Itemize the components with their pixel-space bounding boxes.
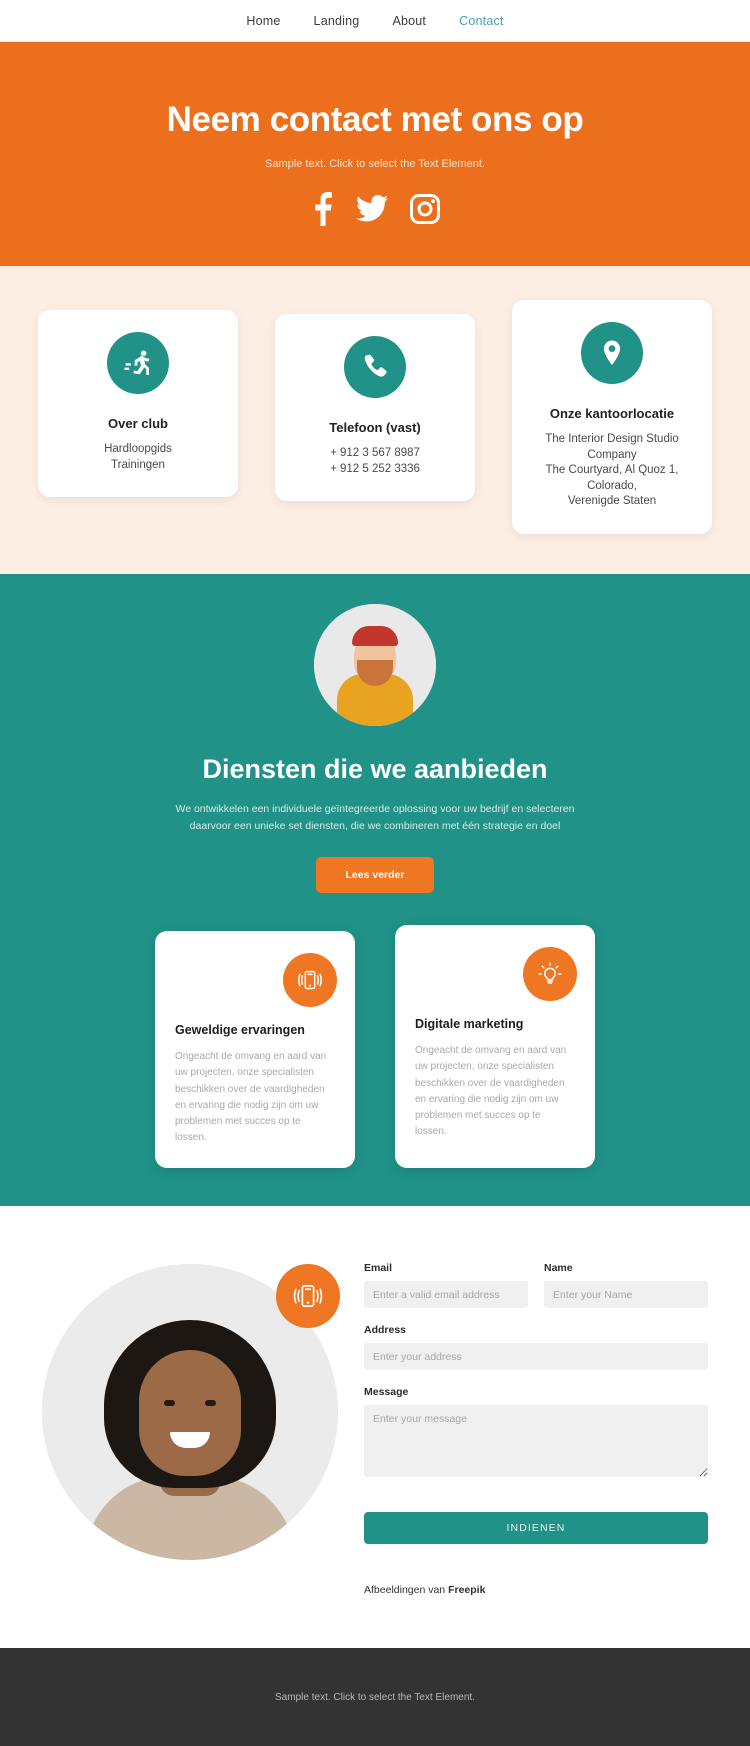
contact-cards-section: Over club Hardloopgids Trainingen Telefo… bbox=[0, 266, 750, 574]
mobile-vibrate-icon bbox=[283, 953, 337, 1008]
image-credit-brand[interactable]: Freepik bbox=[448, 1584, 485, 1596]
message-label: Message bbox=[364, 1386, 409, 1399]
address-field-group: Address bbox=[364, 1324, 708, 1371]
mobile-vibrate-icon bbox=[276, 1264, 340, 1329]
address-label: Address bbox=[364, 1324, 407, 1337]
address-input[interactable] bbox=[364, 1343, 708, 1371]
contact-card-title: Onze kantoorlocatie bbox=[549, 406, 675, 421]
contact-card-title: Telefoon (vast) bbox=[329, 420, 421, 435]
twitter-icon[interactable] bbox=[356, 195, 388, 223]
hero-title: Neem contact met ons op bbox=[166, 100, 584, 139]
form-photo-column bbox=[42, 1254, 342, 1561]
contact-card-telefoon[interactable]: Telefoon (vast) + 912 3 567 8987 + 912 5… bbox=[275, 314, 475, 502]
name-input[interactable] bbox=[544, 1281, 708, 1309]
hero-section: Neem contact met ons op Sample text. Cli… bbox=[0, 42, 750, 266]
service-card-title: Geweldige ervaringen bbox=[175, 1023, 305, 1038]
submit-button[interactable]: INDIENEN bbox=[364, 1512, 708, 1545]
footer-text: Sample text. Click to select the Text El… bbox=[275, 1691, 475, 1703]
facebook-icon[interactable] bbox=[310, 192, 334, 226]
image-credit: Afbeeldingen van Freepik bbox=[364, 1584, 708, 1596]
location-pin-icon bbox=[581, 322, 643, 384]
contact-card-title: Over club bbox=[108, 416, 168, 431]
contact-card-line: Verenigde Staten bbox=[567, 495, 657, 508]
service-card-title: Digitale marketing bbox=[415, 1017, 524, 1032]
nav-item-home[interactable]: Home bbox=[246, 14, 280, 28]
contact-card-line: + 912 5 252 3336 bbox=[330, 462, 420, 475]
email-input[interactable] bbox=[364, 1281, 528, 1309]
lees-verder-button[interactable]: Lees verder bbox=[316, 857, 434, 894]
email-label: Email bbox=[364, 1262, 393, 1275]
nav-item-contact[interactable]: Contact bbox=[459, 14, 503, 28]
top-navigation: Home Landing About Contact bbox=[0, 0, 750, 42]
contact-form-section: Email Name Address Message INDIENEN Afbe… bbox=[0, 1206, 750, 1649]
service-card-body: Ongeacht de omvang en aard van uw projec… bbox=[175, 1051, 327, 1144]
services-card-list: Geweldige ervaringen Ongeacht de omvang … bbox=[155, 925, 595, 1169]
nav-item-about[interactable]: About bbox=[392, 14, 426, 28]
hero-subtitle: Sample text. Click to select the Text El… bbox=[265, 158, 485, 170]
service-card-body: Ongeacht de omvang en aard van uw projec… bbox=[415, 1045, 567, 1138]
avatar bbox=[314, 603, 436, 726]
services-title: Diensten die we aanbieden bbox=[202, 753, 548, 784]
image-credit-prefix: Afbeeldingen van bbox=[364, 1584, 449, 1597]
contact-card-line: The Courtyard, Al Quoz 1, Colorado, bbox=[545, 464, 679, 492]
contact-card-line: Hardloopgids bbox=[104, 443, 172, 455]
email-field-group: Email bbox=[364, 1262, 528, 1309]
lightbulb-icon bbox=[523, 947, 577, 1002]
contact-card-kantoorlocatie[interactable]: Onze kantoorlocatie The Interior Design … bbox=[512, 300, 712, 534]
contact-form: Email Name Address Message INDIENEN Afbe… bbox=[364, 1254, 708, 1596]
message-field-group: Message bbox=[364, 1386, 708, 1482]
contact-card-line: Trainingen bbox=[111, 458, 165, 471]
contact-card-over-club[interactable]: Over club Hardloopgids Trainingen bbox=[38, 310, 238, 498]
running-icon bbox=[107, 332, 169, 394]
footer: Sample text. Click to select the Text El… bbox=[0, 1648, 750, 1746]
services-section: Diensten die we aanbieden We ontwikkelen… bbox=[0, 573, 750, 1207]
name-field-group: Name bbox=[544, 1262, 708, 1309]
instagram-icon[interactable] bbox=[410, 194, 440, 224]
services-description: We ontwikkelen een individuele geïntegre… bbox=[175, 802, 575, 832]
contact-card-line: + 912 3 567 8987 bbox=[330, 447, 420, 459]
nav-item-landing[interactable]: Landing bbox=[314, 14, 360, 28]
service-card-digitale-marketing[interactable]: Digitale marketing Ongeacht de omvang en… bbox=[395, 925, 595, 1169]
service-card-geweldige-ervaringen[interactable]: Geweldige ervaringen Ongeacht de omvang … bbox=[155, 931, 355, 1169]
phone-icon bbox=[344, 336, 406, 398]
name-label: Name bbox=[544, 1262, 573, 1275]
social-links bbox=[0, 192, 750, 226]
message-textarea[interactable] bbox=[364, 1405, 708, 1478]
contact-card-line: The Interior Design Studio Company bbox=[545, 433, 679, 461]
